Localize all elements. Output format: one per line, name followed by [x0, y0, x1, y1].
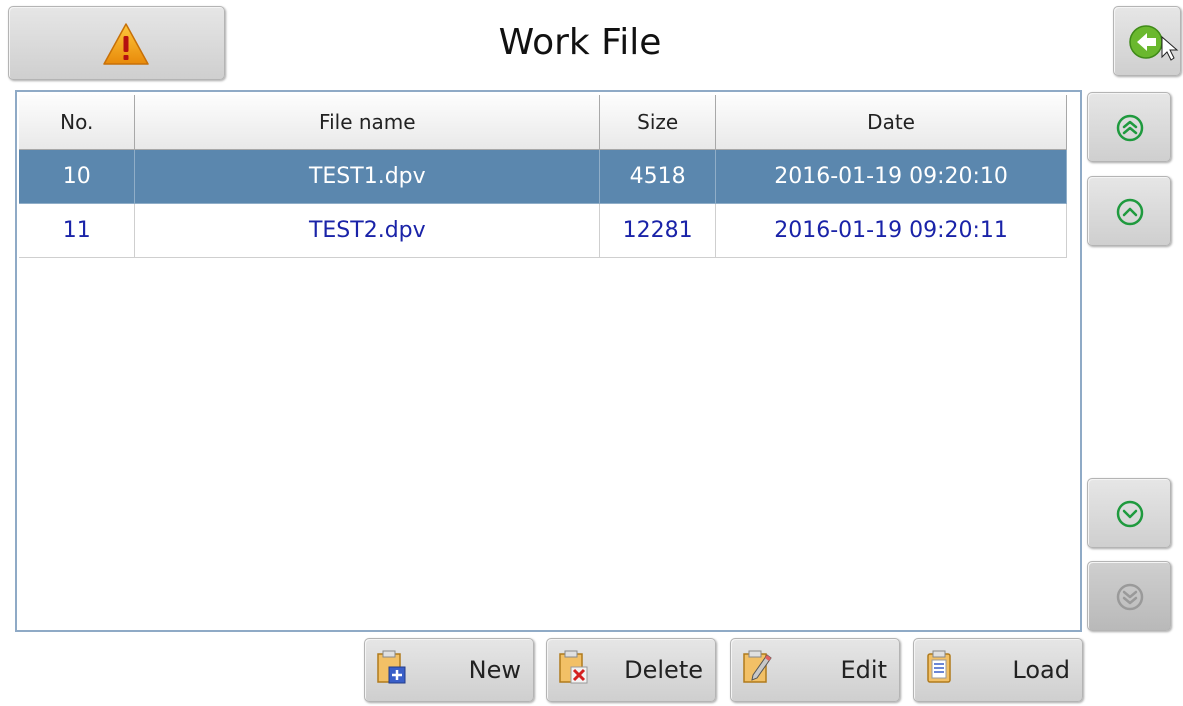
new-button-label: New: [468, 656, 521, 684]
page-title: Work File: [498, 22, 662, 63]
back-arrow-icon: [1129, 25, 1179, 61]
cell-no: 10: [19, 149, 136, 204]
cell-file-name: TEST2.dpv: [134, 203, 601, 258]
double-chevron-down-icon: [1116, 583, 1144, 611]
chevron-up-icon: [1116, 198, 1144, 226]
edit-button-label: Edit: [840, 656, 887, 684]
table-row[interactable]: 10 TEST1.dpv 4518 2016-01-19 09:20:10: [19, 149, 1067, 204]
column-header-file-name[interactable]: File name: [134, 95, 601, 150]
delete-button[interactable]: Delete: [546, 638, 716, 702]
scroll-bottom-button[interactable]: [1087, 561, 1171, 631]
delete-button-label: Delete: [624, 656, 703, 684]
cell-size: 12281: [599, 203, 717, 258]
load-button[interactable]: Load: [913, 638, 1083, 702]
double-chevron-up-icon: [1116, 114, 1144, 142]
new-button[interactable]: New: [364, 638, 534, 702]
column-header-size[interactable]: Size: [599, 95, 717, 150]
file-table-frame: No. File name Size Date 10 TEST1.dpv 451…: [15, 90, 1082, 632]
file-table: No. File name Size Date 10 TEST1.dpv 451…: [19, 95, 1067, 258]
delete-file-icon: [559, 650, 588, 684]
column-header-date[interactable]: Date: [715, 95, 1067, 150]
alarm-button[interactable]: [8, 6, 225, 80]
scroll-down-button[interactable]: [1087, 478, 1171, 548]
cell-date: 2016-01-19 09:20:11: [715, 203, 1067, 258]
scroll-up-button[interactable]: [1087, 176, 1171, 246]
cell-size: 4518: [599, 149, 717, 204]
table-header-row: No. File name Size Date: [19, 95, 1067, 150]
table-row[interactable]: 11 TEST2.dpv 12281 2016-01-19 09:20:11: [19, 203, 1067, 258]
cell-file-name: TEST1.dpv: [134, 149, 601, 204]
edit-file-icon: [743, 650, 772, 683]
load-button-label: Load: [1012, 656, 1070, 684]
cell-no: 11: [19, 203, 136, 258]
back-button[interactable]: [1113, 6, 1181, 76]
warning-triangle-icon: [103, 23, 149, 65]
scroll-top-button[interactable]: [1087, 92, 1171, 162]
edit-button[interactable]: Edit: [730, 638, 900, 702]
cell-date: 2016-01-19 09:20:10: [715, 149, 1067, 204]
load-file-icon: [927, 650, 951, 683]
chevron-down-icon: [1116, 500, 1144, 528]
new-file-icon: [377, 650, 406, 684]
column-header-no[interactable]: No.: [19, 95, 136, 150]
